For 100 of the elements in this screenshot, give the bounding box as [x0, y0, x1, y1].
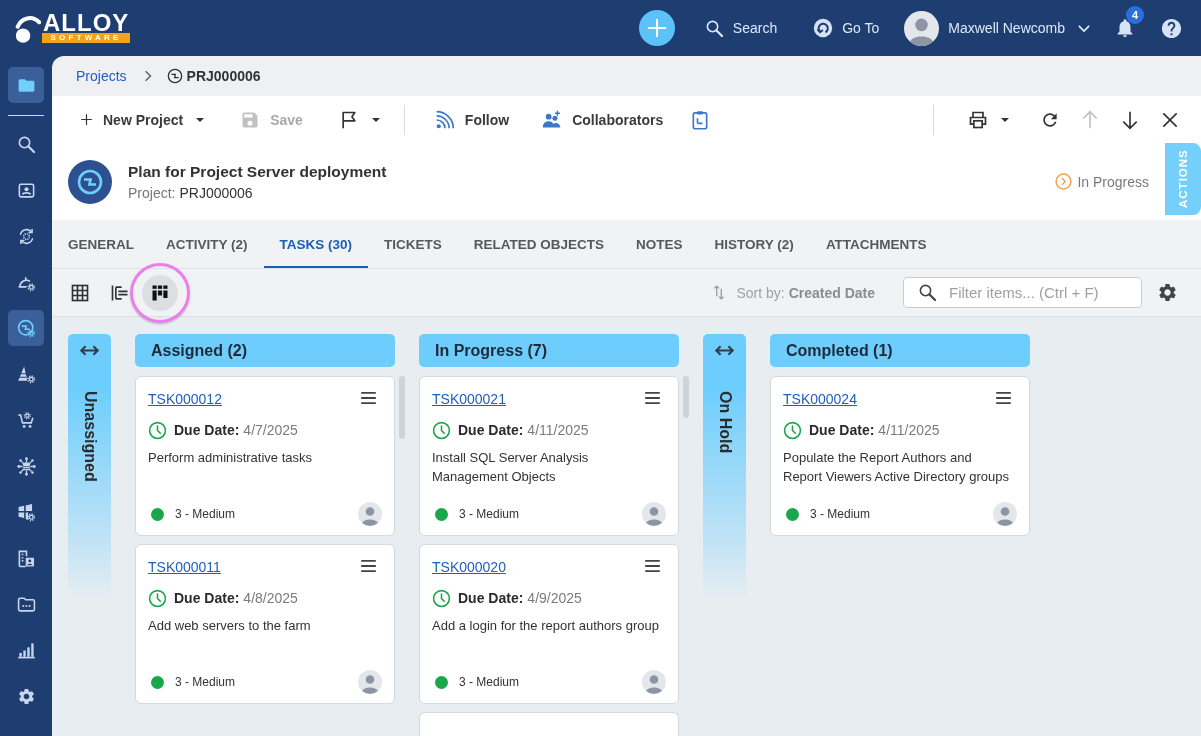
due-date-label: Due Date:: [809, 422, 875, 438]
tab[interactable]: ACTIVITY (2): [150, 220, 264, 268]
due-date-label: Due Date:: [174, 422, 240, 438]
new-project-button[interactable]: New Project: [68, 101, 217, 138]
clipboard-icon: [690, 109, 711, 130]
caret-icon: [371, 117, 380, 122]
follow-button[interactable]: Follow: [422, 101, 522, 138]
help-button[interactable]: [1160, 16, 1183, 40]
project-icon: [68, 159, 112, 204]
database-network-icon: [16, 456, 36, 476]
task-description: Add a login for the report authors group: [432, 617, 660, 635]
search-icon: [16, 134, 36, 154]
logo-tagline: SOFTWARE: [42, 33, 130, 43]
folder-dots-icon: [16, 594, 36, 614]
task-link[interactable]: TSK000021: [432, 391, 506, 407]
breadcrumb-link[interactable]: Projects: [76, 68, 127, 84]
task-card[interactable]: TSK000024 Due Date: 4/11/2025 Populate the Report Authors and Report Viewers Active Directory groups 3 - Medium: [770, 376, 1030, 536]
task-link[interactable]: TSK000020: [432, 559, 506, 575]
due-date-value: 4/7/2025: [243, 422, 298, 438]
due-date-value: 4/11/2025: [878, 422, 940, 438]
avatar-icon: [358, 670, 382, 694]
card-menu-button[interactable]: [644, 560, 662, 574]
task-description: Populate the Report Authors and Report Viewers Active Directory groups: [783, 449, 1010, 486]
task-card[interactable]: TSK000020 Due Date: 4/9/2025 Add a login for the report authors group 3 - Medium: [419, 544, 679, 704]
search-icon: [704, 18, 724, 38]
collaborators-button[interactable]: Collaborators: [530, 101, 676, 138]
sort-arrows-icon: [714, 285, 725, 300]
caret-icon: [196, 117, 205, 122]
clock-icon: [432, 420, 451, 440]
settings-icon: [16, 686, 36, 706]
tab[interactable]: TICKETS: [368, 220, 458, 268]
tab[interactable]: ATTACHMENTS: [809, 220, 943, 268]
avatar-icon: [642, 502, 666, 526]
task-description: Perform administrative tasks: [148, 449, 313, 467]
status-label: In Progress: [1077, 173, 1149, 190]
column-header: In Progress (7): [419, 334, 679, 367]
scrollbar-thumb[interactable]: [683, 376, 689, 418]
chevron-down-icon: [1078, 24, 1090, 32]
card-menu-button[interactable]: [360, 560, 378, 574]
task-card[interactable]: TSK000012 Due Date: 4/7/2025 Perform administrative tasks 3 - Medium: [135, 376, 395, 536]
tab[interactable]: RELATED OBJECTS: [457, 220, 621, 268]
record-title: Plan for Project Server deployment: [128, 162, 387, 181]
priority-label: 3 - Medium: [175, 675, 236, 689]
column-title: Unassigned: [80, 391, 99, 482]
task-card[interactable]: TSK000021 Due Date: 4/11/2025 Install SQL Server Analysis Management Objects 3 - Medium: [419, 376, 679, 536]
people-plus-icon: [542, 109, 563, 130]
sidebar-item[interactable]: [8, 67, 44, 103]
clock-icon: [148, 420, 167, 440]
scrollbar-thumb[interactable]: [399, 376, 405, 439]
menu-icon: [995, 392, 1012, 404]
menu-icon: [644, 392, 661, 404]
card-menu-button[interactable]: [360, 392, 378, 406]
column-header: Assigned (2): [135, 334, 395, 367]
priority-dot-icon: [435, 675, 448, 689]
record-number: PRJ000006: [179, 184, 253, 201]
sidebar-item[interactable]: [8, 310, 44, 346]
add-button[interactable]: [638, 10, 675, 46]
tab[interactable]: NOTES: [620, 220, 699, 268]
avatar-icon: [904, 10, 940, 46]
menu-icon: [360, 392, 377, 404]
menu-icon: [644, 560, 661, 572]
tiles-gear-icon: [16, 502, 36, 522]
user-menu-button[interactable]: Maxwell Newcomb: [904, 10, 1090, 46]
record-type-label: Project:: [128, 184, 176, 201]
priority-label: 3 - Medium: [459, 675, 520, 689]
priority-dot-icon: [151, 675, 164, 689]
card-menu-button[interactable]: [644, 392, 662, 406]
board-view-button[interactable]: [142, 274, 178, 311]
logo-wordmark: ALLOY: [42, 12, 130, 33]
rss-icon: [434, 109, 455, 130]
priority-dot-icon: [786, 507, 799, 521]
tab[interactable]: HISTORY (2): [698, 220, 810, 268]
task-link[interactable]: TSK000024: [783, 391, 857, 407]
plus-icon: [80, 113, 93, 126]
notification-badge: 4: [1126, 6, 1144, 24]
task-link[interactable]: TSK000011: [148, 559, 221, 575]
avatar-icon: [642, 670, 666, 694]
task-link[interactable]: TSK000012: [148, 391, 222, 407]
priority-dot-icon: [151, 507, 164, 521]
task-card[interactable]: TSK000011 Due Date: 4/8/2025 Add web servers to the farm 3 - Medium: [135, 544, 395, 704]
settings-button[interactable]: [1157, 282, 1178, 303]
chevron-right-icon: [143, 70, 152, 82]
task-description: Install SQL Server Analysis Management Objects: [432, 449, 590, 486]
column-title: On Hold: [715, 391, 734, 454]
tab[interactable]: GENERAL: [52, 220, 150, 268]
avatar-icon: [993, 502, 1017, 526]
contact-card-icon: [16, 180, 36, 200]
search-button[interactable]: Search: [704, 18, 778, 38]
printer-icon: [968, 109, 988, 130]
double-arrow-icon: [714, 345, 735, 356]
due-date-value: 4/8/2025: [243, 590, 298, 606]
chevron-circle-icon: [1055, 173, 1073, 190]
priority-label: 3 - Medium: [810, 507, 871, 521]
go-to-button[interactable]: Go To: [813, 18, 880, 38]
card-menu-button[interactable]: [995, 392, 1013, 406]
caret-icon: [1001, 117, 1009, 122]
project-icon: [166, 68, 183, 84]
help-icon: [1160, 16, 1183, 40]
clock-icon: [148, 588, 167, 608]
filter-field[interactable]: Filter items... (Ctrl + F): [903, 277, 1142, 308]
